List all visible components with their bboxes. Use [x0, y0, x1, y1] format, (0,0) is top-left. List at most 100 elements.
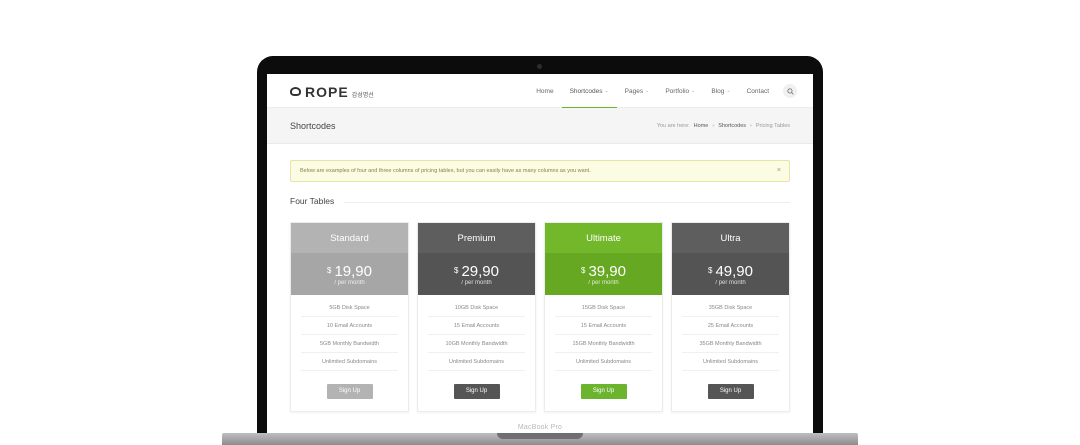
chevron-down-icon: ⌄: [691, 88, 696, 94]
price-amount: 29,90: [461, 262, 499, 280]
breadcrumb-current: Pricing Tables: [755, 123, 790, 129]
card-footer: Sign Up: [291, 371, 408, 411]
card-footer: Sign Up: [418, 371, 535, 411]
feature-item: 25 Email Accounts: [682, 317, 779, 335]
sign-up-button[interactable]: Sign Up: [453, 383, 500, 399]
price-row: $29,90: [454, 263, 499, 280]
device-label: MacBook Pro: [517, 424, 563, 431]
breadcrumb: You are here: Home › Shortcodes › Pricin…: [657, 123, 790, 129]
card-footer: Sign Up: [672, 371, 789, 411]
pricing-card-premium: Premium $29,90/ per month 10GB Disk Space 1…: [417, 222, 536, 412]
feature-item: Unlimited Subdomains: [301, 353, 398, 371]
breadcrumb-separator: ›: [712, 123, 715, 129]
feature-item: Unlimited Subdomains: [682, 353, 779, 371]
feature-list: 5GB Disk Space 10 Email Accounts 5GB Month…: [291, 295, 408, 371]
price-row: $39,90: [581, 263, 626, 280]
feature-item: 15 Email Accounts: [428, 317, 525, 335]
nav-label: Home: [536, 87, 554, 95]
feature-item: 10GB Disk Space: [428, 299, 525, 317]
price-row: $49,90: [708, 263, 753, 280]
price-amount: 19,90: [334, 262, 372, 280]
logo-subtitle: 감성명선: [351, 92, 374, 99]
pricing-tables: Standard $19,90/ per month 5GB Disk Space 1…: [290, 222, 790, 412]
nav-item-shortcodes[interactable]: Shortcodes ⌄: [561, 74, 617, 109]
feature-item: Unlimited Subdomains: [428, 353, 525, 371]
feature-item: 15GB Monthly Bandwidth: [555, 335, 652, 353]
plan-name: Standard: [291, 223, 408, 253]
logo-icon: [290, 86, 301, 96]
price-amount: 49,90: [715, 262, 753, 280]
feature-item: 5GB Monthly Bandwidth: [301, 335, 398, 353]
nav-label: Pages: [624, 87, 644, 95]
camera-icon: [537, 64, 542, 69]
section-divider: [344, 202, 790, 203]
currency-symbol: $: [708, 265, 713, 275]
breadcrumb-prefix: You are here:: [656, 123, 690, 129]
price-period: / per month: [588, 279, 619, 286]
laptop-notch: [497, 433, 583, 439]
laptop-mockup: ROPE 감성명선 Home Shortcodes ⌄ Pages ⌄ Portfo…: [0, 0, 1080, 445]
plan-price-block: $29,90/ per month: [418, 253, 535, 295]
currency-symbol: $: [581, 265, 586, 275]
nav-item-pages[interactable]: Pages ⌄: [617, 74, 658, 108]
section-title: Four Tables: [290, 196, 335, 206]
nav-item-home[interactable]: Home: [528, 74, 561, 108]
breadcrumb-shortcodes[interactable]: Shortcodes: [718, 123, 746, 129]
nav-label: Contact: [746, 87, 769, 95]
breadcrumb-home[interactable]: Home: [694, 123, 709, 129]
search-button[interactable]: [783, 84, 797, 98]
pricing-card-ultimate: Ultimate $39,90/ per month 15GB Disk Space…: [544, 222, 663, 412]
nav-label: Portfolio: [665, 87, 690, 95]
price-amount: 39,90: [588, 262, 626, 280]
nav-item-blog[interactable]: Blog ⌄: [703, 74, 738, 108]
feature-item: 10 Email Accounts: [301, 317, 398, 335]
plan-price-block: $39,90/ per month: [545, 253, 662, 295]
feature-item: 35GB Monthly Bandwidth: [682, 335, 779, 353]
sign-up-button[interactable]: Sign Up: [707, 383, 754, 399]
notice-text: Below are examples of four and three col…: [300, 168, 591, 174]
breadcrumb-separator: ›: [750, 123, 752, 129]
logo-text: ROPE: [305, 84, 349, 100]
plan-price-block: $19,90/ per month: [291, 253, 408, 295]
price-period: / per month: [715, 279, 746, 286]
price-row: $19,90: [327, 263, 372, 280]
currency-symbol: $: [454, 265, 459, 275]
nav-label: Shortcodes: [569, 87, 603, 95]
feature-item: Unlimited Subdomains: [555, 353, 652, 371]
currency-symbol: $: [327, 265, 332, 275]
site-logo[interactable]: ROPE 감성명선: [290, 84, 374, 100]
chevron-down-icon: ⌄: [604, 88, 609, 94]
chevron-down-icon: ⌄: [645, 88, 650, 94]
feature-item: 15 Email Accounts: [555, 317, 652, 335]
feature-list: 10GB Disk Space 15 Email Accounts 10GB Mon…: [418, 295, 535, 371]
chevron-down-icon: ⌄: [726, 88, 731, 94]
main-nav: Home Shortcodes ⌄ Pages ⌄ Portfolio ⌄ Blog ⌄…: [528, 74, 797, 109]
feature-item: 15GB Disk Space: [555, 299, 652, 317]
search-icon: [786, 87, 794, 95]
feature-list: 35GB Disk Space 25 Email Accounts 35GB Mon…: [672, 295, 789, 371]
nav-item-portfolio[interactable]: Portfolio ⌄: [657, 74, 703, 108]
plan-name: Ultra: [672, 223, 789, 253]
plan-name: Ultimate: [545, 223, 662, 253]
nav-label: Blog: [711, 87, 725, 95]
feature-item: 10GB Monthly Bandwidth: [428, 335, 525, 353]
card-footer: Sign Up: [545, 371, 662, 411]
feature-list: 15GB Disk Space 15 Email Accounts 15GB Mon…: [545, 295, 662, 371]
plan-name: Premium: [418, 223, 535, 253]
feature-item: 5GB Disk Space: [301, 299, 398, 317]
close-icon[interactable]: ×: [777, 167, 781, 174]
nav-item-contact[interactable]: Contact: [739, 74, 777, 108]
site-header: ROPE 감성명선 Home Shortcodes ⌄ Pages ⌄ Portfo…: [267, 74, 813, 109]
page-title: Shortcodes: [290, 121, 336, 131]
feature-item: 35GB Disk Space: [682, 299, 779, 317]
page-title-bar: Shortcodes You are here: Home › Shortcod…: [267, 108, 813, 144]
sign-up-button[interactable]: Sign Up: [580, 383, 627, 399]
pricing-card-standard: Standard $19,90/ per month 5GB Disk Space 1…: [290, 222, 409, 412]
price-period: / per month: [461, 279, 492, 286]
info-notice: Below are examples of four and three col…: [290, 160, 790, 182]
plan-price-block: $49,90/ per month: [672, 253, 789, 295]
pricing-card-ultra: Ultra $49,90/ per month 35GB Disk Space 25 …: [671, 222, 790, 412]
sign-up-button[interactable]: Sign Up: [326, 383, 373, 399]
screen: ROPE 감성명선 Home Shortcodes ⌄ Pages ⌄ Portfo…: [267, 74, 813, 445]
price-period: / per month: [334, 279, 365, 286]
